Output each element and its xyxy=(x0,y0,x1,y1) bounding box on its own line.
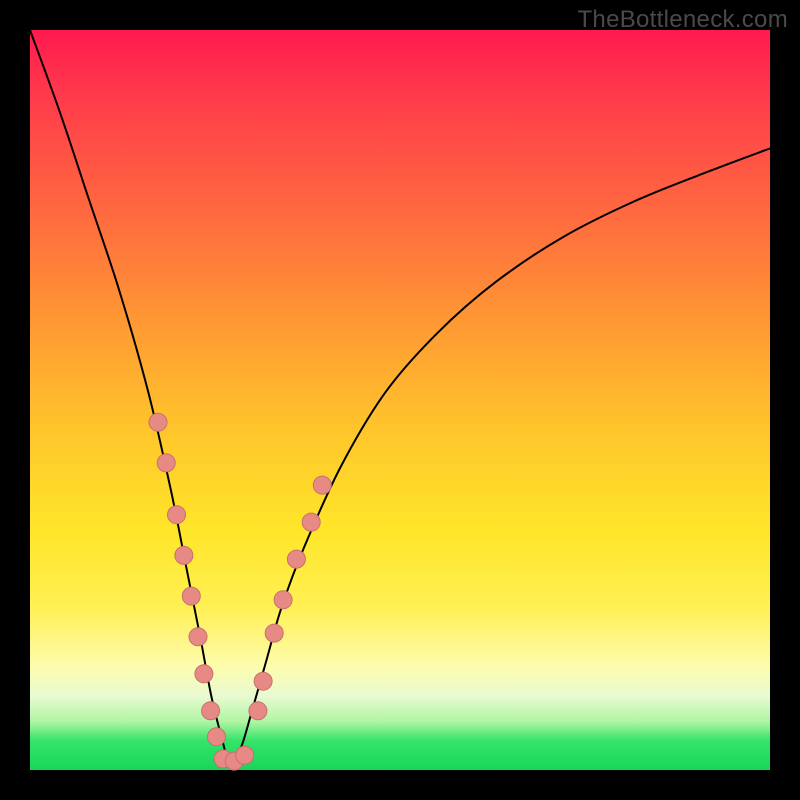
marker-dot xyxy=(168,506,186,524)
marker-dot xyxy=(208,728,226,746)
marker-dot xyxy=(265,624,283,642)
marker-dot xyxy=(313,476,331,494)
marker-dot xyxy=(189,628,207,646)
marker-dot xyxy=(254,672,272,690)
bottleneck-curve xyxy=(30,30,770,764)
marker-dot xyxy=(175,546,193,564)
watermark-text: TheBottleneck.com xyxy=(577,6,788,34)
marker-dot xyxy=(236,746,254,764)
marker-dot xyxy=(157,454,175,472)
marker-dot xyxy=(249,702,267,720)
marker-dot xyxy=(274,591,292,609)
marker-dot xyxy=(287,550,305,568)
marker-dot xyxy=(202,702,220,720)
chart-frame: TheBottleneck.com xyxy=(0,0,800,800)
marker-dot xyxy=(195,665,213,683)
marker-dot xyxy=(302,513,320,531)
bottleneck-curve-svg xyxy=(30,30,770,770)
marker-dot xyxy=(182,587,200,605)
plot-area xyxy=(30,30,770,770)
marker-dot xyxy=(149,413,167,431)
marker-dots-group xyxy=(149,413,331,770)
